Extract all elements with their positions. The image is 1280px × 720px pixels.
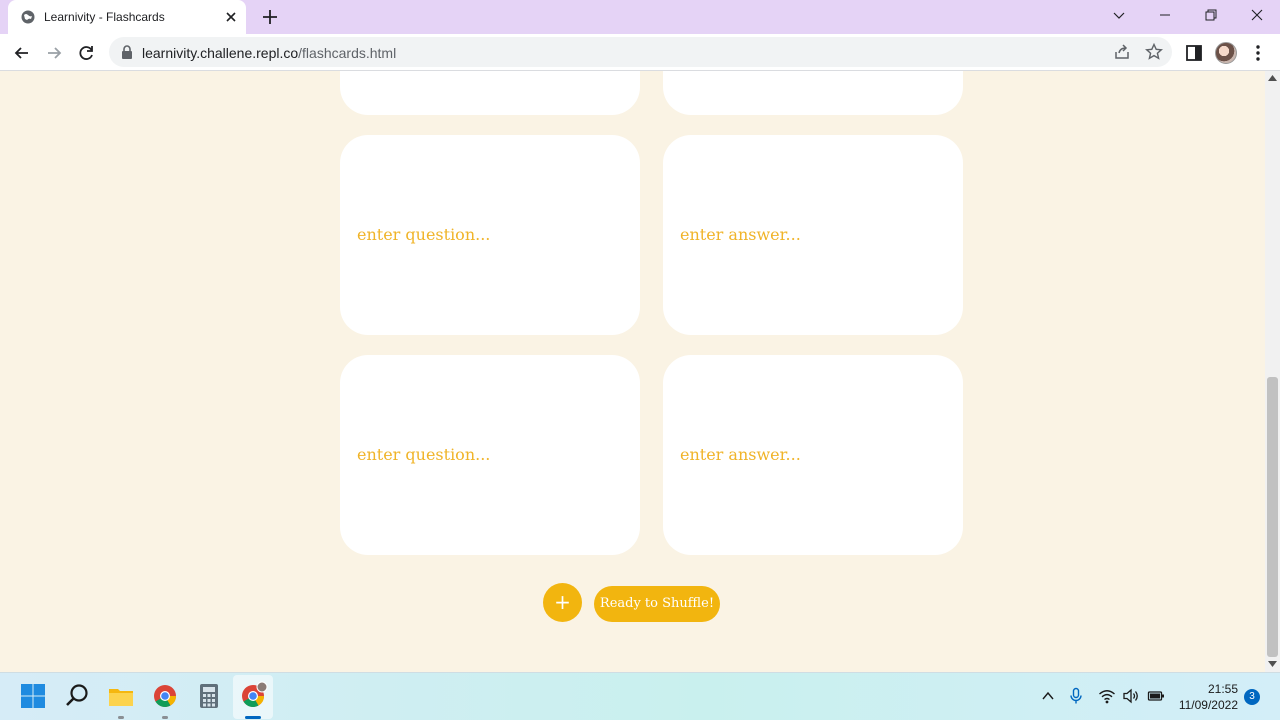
wifi-icon[interactable] <box>1098 687 1116 705</box>
chevron-down-icon[interactable] <box>1108 6 1130 26</box>
scroll-down-arrow-icon[interactable] <box>1268 661 1277 667</box>
answer-card[interactable]: enter answer... <box>663 355 963 555</box>
notification-badge[interactable]: 3 <box>1244 689 1260 705</box>
search-icon[interactable] <box>62 681 92 711</box>
windows-taskbar: 21:55 11/09/2022 3 <box>0 672 1280 720</box>
microphone-icon[interactable] <box>1067 687 1085 705</box>
windows-start-icon[interactable] <box>18 681 48 711</box>
back-arrow-icon[interactable] <box>11 42 33 64</box>
url-text: learnivity.challene.repl.co/flashcards.h… <box>142 45 396 61</box>
app-running-indicator <box>118 716 124 719</box>
answer-card[interactable] <box>663 71 963 115</box>
add-card-button[interactable]: + <box>543 583 582 622</box>
answer-card[interactable]: enter answer... <box>663 135 963 335</box>
shuffle-button[interactable]: Ready to Shuffle! <box>594 586 720 622</box>
lock-icon <box>122 45 132 59</box>
chrome-icon <box>154 685 176 707</box>
address-bar[interactable]: learnivity.challene.repl.co/flashcards.h… <box>109 37 1172 67</box>
app-active-indicator <box>245 716 261 719</box>
restore-icon[interactable] <box>1200 6 1222 26</box>
bookmark-star-icon[interactable] <box>1145 43 1163 61</box>
battery-icon[interactable] <box>1147 687 1165 705</box>
forward-arrow-icon[interactable] <box>43 42 65 64</box>
taskbar-clock[interactable]: 21:55 11/09/2022 <box>1170 681 1238 713</box>
browser-tab-strip: Learnivity - Flashcards <box>0 0 1280 34</box>
scroll-thumb[interactable] <box>1267 377 1278 657</box>
page-scrollbar[interactable] <box>1265 71 1280 672</box>
browser-tab[interactable]: Learnivity - Flashcards <box>8 0 246 34</box>
taskbar-file-explorer[interactable] <box>106 673 136 720</box>
side-panel-icon[interactable] <box>1183 42 1205 64</box>
minimize-icon[interactable] <box>1154 6 1176 26</box>
browser-toolbar: learnivity.challene.repl.co/flashcards.h… <box>0 34 1280 71</box>
page-viewport: enter question... enter answer... enter … <box>0 71 1265 672</box>
volume-icon[interactable] <box>1122 687 1140 705</box>
taskbar-chrome[interactable] <box>150 673 180 720</box>
answer-input[interactable]: enter answer... <box>680 445 801 464</box>
scroll-up-arrow-icon[interactable] <box>1268 75 1277 81</box>
question-input[interactable]: enter question... <box>357 225 490 244</box>
chevron-up-icon[interactable] <box>1039 687 1057 705</box>
share-icon[interactable] <box>1113 43 1131 61</box>
new-tab-icon[interactable] <box>260 7 280 27</box>
chrome-profile-icon <box>242 681 268 707</box>
answer-input[interactable]: enter answer... <box>680 225 801 244</box>
url-host: learnivity.challene.repl.co <box>142 45 299 61</box>
reload-icon[interactable] <box>75 42 97 64</box>
globe-icon <box>21 10 35 24</box>
profile-avatar[interactable] <box>1215 42 1237 64</box>
url-path: /flashcards.html <box>298 45 397 61</box>
calculator-icon[interactable] <box>194 681 224 711</box>
clock-date: 11/09/2022 <box>1178 698 1238 712</box>
window-close-icon[interactable] <box>1246 6 1268 26</box>
question-card[interactable] <box>340 71 640 115</box>
app-running-indicator <box>162 716 168 719</box>
question-input[interactable]: enter question... <box>357 445 490 464</box>
close-icon[interactable] <box>223 9 239 25</box>
file-explorer-icon <box>109 689 133 706</box>
question-card[interactable]: enter question... <box>340 135 640 335</box>
more-menu-icon[interactable] <box>1247 42 1269 64</box>
taskbar-chrome-profile[interactable] <box>233 675 273 719</box>
question-card[interactable]: enter question... <box>340 355 640 555</box>
tab-title: Learnivity - Flashcards <box>44 10 165 24</box>
clock-time: 21:55 <box>1207 682 1238 696</box>
